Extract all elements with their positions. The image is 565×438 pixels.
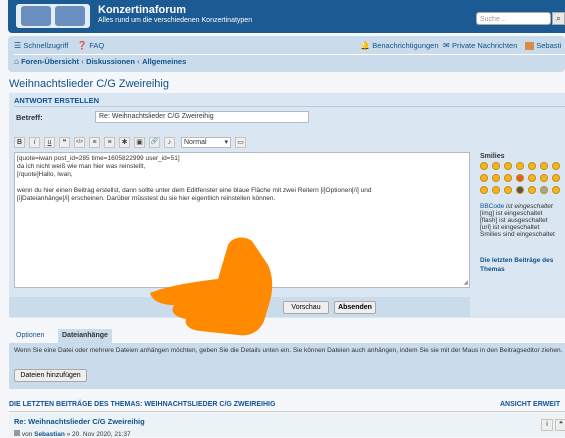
smiley-icon[interactable]: [528, 186, 536, 194]
last-posts-heading: DIE LETZTEN BEITRÄGE DES THEMAS: WEIHNAC…: [9, 401, 276, 408]
expand-view-link[interactable]: ANSICHT ERWEIT: [500, 401, 560, 408]
smiley-icon[interactable]: [480, 174, 488, 182]
smiley-icon[interactable]: [492, 174, 500, 182]
smiley-icon[interactable]: [552, 174, 560, 182]
smilies-title: Smilies: [480, 153, 505, 160]
smiley-icon[interactable]: [528, 174, 536, 182]
smiley-icon[interactable]: [540, 186, 548, 194]
smiley-icon[interactable]: [492, 162, 500, 170]
private-messages-label: Private Nachrichten: [451, 41, 518, 50]
smiley-icon[interactable]: [540, 174, 548, 182]
attachments-help-text: Wenn Sie eine Datei oder mehrere Dateien…: [14, 347, 563, 354]
bell-icon: 🔔: [360, 41, 370, 50]
smiley-icon[interactable]: [552, 162, 560, 170]
quicklinks-label: Schnellzugriff: [23, 41, 69, 50]
smiley-icon[interactable]: [480, 162, 488, 170]
smiley-icon[interactable]: [552, 186, 560, 194]
post-form-heading-divider: [14, 106, 565, 107]
message-line: [quote=iwan post_id=285 time=1605822999 …: [17, 155, 180, 162]
breadcrumb-discussions[interactable]: Diskussionen: [86, 57, 135, 66]
breadcrumb-general[interactable]: Allgemeines: [142, 57, 186, 66]
message-line: wenn du hier einen Beitrag erstellst, da…: [17, 187, 372, 194]
flash-status: [flash] ist ausgeschaltet: [480, 217, 548, 224]
smiley-icon[interactable]: [504, 174, 512, 182]
message-line: [17, 179, 467, 187]
quote-button[interactable]: ❝: [59, 137, 70, 148]
link-button[interactable]: 🔗: [149, 137, 160, 148]
user-name: Sebasti: [536, 41, 562, 50]
smiley-icon[interactable]: [528, 162, 536, 170]
font-size-value: Normal: [184, 139, 207, 146]
smiley-icon[interactable]: [492, 186, 500, 194]
smiley-icon[interactable]: [504, 162, 512, 170]
list-button[interactable]: ≡: [89, 137, 100, 148]
menu-icon: ☰: [14, 41, 22, 50]
pointer-hand-icon: [150, 237, 273, 336]
envelope-icon: ✉: [443, 41, 450, 50]
site-description: Alles rund um die verschiedenen Konzerti…: [98, 17, 253, 24]
notifications-label: Benachrichtigungen: [372, 41, 439, 50]
bbcode-link[interactable]: BBCode: [480, 203, 504, 210]
private-messages-link[interactable]: ✉ Private Nachrichten: [443, 41, 517, 50]
quicklinks-menu[interactable]: ☰ Schnellzugriff: [14, 41, 68, 50]
message-line: [i]Dateianhänge[/i] erscheinen. Darüber …: [17, 195, 276, 202]
image-button[interactable]: ▣: [134, 137, 145, 148]
home-icon: ⌂: [14, 57, 19, 66]
smilies-status: Smilies sind eingeschaltet: [480, 231, 555, 238]
post-form-heading: ANTWORT ERSTELLEN: [14, 96, 99, 105]
last-posts-divider: [9, 411, 565, 412]
notifications-link[interactable]: 🔔 Benachrichtigungen: [360, 41, 439, 50]
post-icon: [14, 430, 20, 436]
url-status: [url] ist eingeschaltet: [480, 224, 540, 231]
last-post-title[interactable]: Re: Weihnachtslieder C/G Zweireihig: [14, 417, 145, 426]
subject-label: Betreff:: [16, 113, 43, 122]
page-title[interactable]: Weihnachtslieder C/G Zweireihig: [9, 78, 169, 90]
breadcrumb-index[interactable]: Foren-Übersicht: [21, 57, 79, 66]
faq-label: FAQ: [89, 41, 105, 50]
site-title[interactable]: Konzertinaforum: [98, 4, 186, 16]
site-logo[interactable]: [16, 4, 90, 28]
search-icon[interactable]: ⌕: [552, 12, 565, 25]
last-posts-sidebar-link[interactable]: Die letzten Beiträge des Themas: [480, 256, 565, 274]
smiley-icon[interactable]: [516, 186, 524, 194]
smiley-icon[interactable]: [504, 186, 512, 194]
tab-attachments[interactable]: Dateianhänge: [58, 329, 112, 343]
logo-image-left: [21, 6, 51, 26]
navbar-divider: [14, 54, 565, 55]
resize-handle-icon[interactable]: ◢: [463, 279, 468, 287]
list-item-button[interactable]: ✱: [119, 137, 130, 148]
bbcode-status-text: ist eingeschaltet: [504, 203, 553, 210]
search-input[interactable]: Suche…: [476, 12, 551, 25]
info-icon[interactable]: i: [541, 419, 553, 431]
faq-link[interactable]: ❓ FAQ: [77, 41, 104, 50]
user-menu[interactable]: Sebasti: [525, 41, 561, 50]
font-size-select[interactable]: Normal ▾: [181, 137, 231, 148]
ordered-list-button[interactable]: ≡: [104, 137, 115, 148]
smiley-icon[interactable]: [516, 162, 524, 170]
chevron-down-icon: ▾: [224, 139, 228, 146]
quote-icon[interactable]: ❝: [555, 419, 565, 431]
smiley-icon[interactable]: [516, 174, 524, 182]
add-files-button[interactable]: Dateien hinzufügen: [14, 369, 87, 382]
bold-button[interactable]: B: [14, 137, 25, 148]
subject-input[interactable]: Re: Weihnachtslieder C/G Zweireihig: [95, 111, 309, 123]
flash-button[interactable]: ♪: [164, 137, 175, 148]
italic-button[interactable]: i: [29, 137, 40, 148]
underline-button[interactable]: u: [44, 137, 55, 148]
avatar: [525, 41, 534, 50]
bbcode-status: BBCode ist eingeschaltet [img] ist einge…: [480, 203, 555, 238]
submit-button[interactable]: Absenden: [334, 301, 376, 314]
smiley-icon[interactable]: [480, 186, 488, 194]
img-status: [img] ist eingeschaltet: [480, 210, 543, 217]
logo-image-right: [55, 6, 85, 26]
monitor-icon[interactable]: ▭: [235, 137, 246, 148]
message-line: [/quote]Hallo, Iwan,: [17, 171, 73, 178]
smiley-icon[interactable]: [540, 162, 548, 170]
tab-options[interactable]: Optionen: [12, 329, 48, 343]
smilies-grid: [480, 162, 565, 194]
message-line: da ich nicht weiß wie man hier was reins…: [17, 163, 146, 170]
help-icon: ❓: [77, 41, 87, 50]
breadcrumb: ⌂ Foren-Übersicht ‹ Diskussionen ‹ Allge…: [14, 57, 187, 66]
code-button[interactable]: </>: [74, 137, 85, 148]
